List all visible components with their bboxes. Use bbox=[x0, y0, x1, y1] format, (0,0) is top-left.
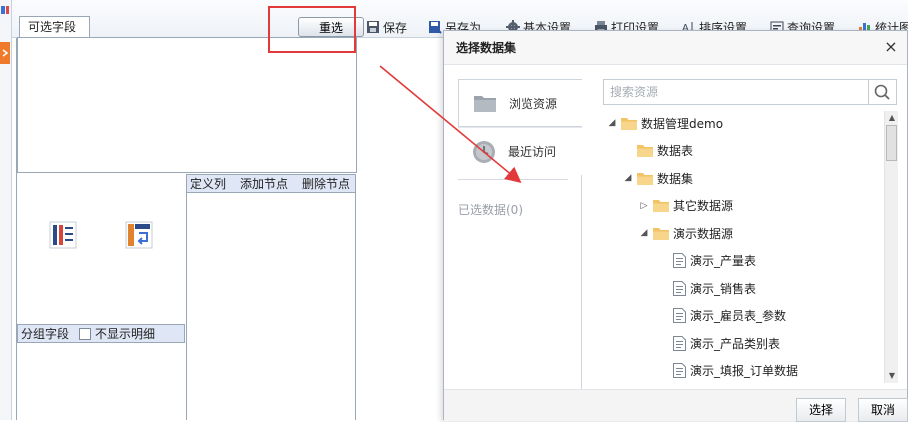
search-input[interactable] bbox=[604, 80, 868, 104]
tree-node-label: 演示_雇员表_参数 bbox=[690, 309, 787, 323]
document-icon bbox=[673, 253, 686, 268]
document-icon bbox=[673, 280, 686, 296]
expanded-arrow-icon[interactable]: ◢ bbox=[623, 173, 633, 183]
left-strip bbox=[0, 0, 12, 420]
tree-dataset-node[interactable]: 演示_雇员表_参数 bbox=[673, 306, 786, 326]
group-field-label: 分组字段 bbox=[21, 327, 70, 341]
available-fields-list[interactable] bbox=[17, 37, 357, 173]
define-column-label[interactable]: 定义列 bbox=[190, 175, 226, 192]
folder-icon bbox=[637, 145, 653, 157]
tree-folder-node[interactable]: ◢ 数据集 bbox=[623, 168, 693, 188]
tree-node-label: 演示数据源 bbox=[673, 226, 734, 241]
highlight-box bbox=[268, 6, 356, 53]
scroll-down-icon[interactable]: ▼ bbox=[885, 369, 899, 383]
select-dataset-dialog: 选择数据集 × 浏览资源 最近访问 已选数据(0) ◢ 数据管理demo 数据表 ◢ 数… bbox=[443, 30, 908, 422]
define-column-header: 定义列 添加节点 删除节点 bbox=[186, 174, 356, 193]
group-field-header: 分组字段 不显示明细 bbox=[17, 324, 185, 343]
tree-folder-node[interactable]: ◢ 演示数据源 bbox=[639, 223, 733, 243]
tab-browse-label: 浏览资源 bbox=[509, 96, 558, 111]
search-button[interactable] bbox=[868, 80, 896, 104]
swap-layout-icon[interactable] bbox=[125, 221, 153, 249]
tree-node-label: 其它数据源 bbox=[673, 199, 734, 213]
cancel-button[interactable]: 取消 bbox=[858, 398, 908, 422]
tab-recent-access[interactable]: 最近访问 bbox=[458, 127, 582, 175]
tab-browse-resources[interactable]: 浏览资源 bbox=[458, 79, 582, 127]
delete-node-button[interactable]: 删除节点 bbox=[302, 175, 350, 192]
close-icon[interactable]: × bbox=[883, 39, 899, 55]
tab-recent-label: 最近访问 bbox=[508, 145, 557, 159]
folder-icon bbox=[637, 172, 653, 185]
tree-dataset-node[interactable]: 演示_填报_订单数据 bbox=[673, 361, 798, 381]
dialog-footer: 选择 取消 bbox=[444, 389, 908, 422]
expanded-arrow-icon[interactable]: ◢ bbox=[639, 228, 649, 238]
add-node-button[interactable]: 添加节点 bbox=[240, 175, 288, 192]
tabs-separator bbox=[458, 179, 568, 180]
hide-detail-label: 不显示明细 bbox=[95, 327, 156, 341]
dialog-title: 选择数据集 bbox=[444, 31, 907, 65]
tree-node-label: 演示_填报_订单数据 bbox=[690, 364, 799, 378]
selected-count: 已选数据(0) bbox=[458, 203, 523, 217]
collapsed-arrow-icon[interactable]: ▷ bbox=[639, 201, 649, 211]
expanded-arrow-icon[interactable]: ◢ bbox=[607, 118, 617, 128]
document-icon bbox=[673, 363, 686, 378]
tree-node-label: 数据表 bbox=[657, 144, 694, 158]
save-as-icon bbox=[429, 21, 442, 34]
tree-node-label: 演示_产品类别表 bbox=[690, 336, 781, 351]
folder-icon bbox=[653, 227, 669, 240]
tree-folder-node[interactable]: 数据表 bbox=[623, 141, 693, 161]
tree-node-label: 数据管理demo bbox=[641, 116, 724, 131]
folder-icon bbox=[474, 96, 496, 112]
hide-detail-checkbox[interactable] bbox=[79, 327, 92, 340]
save-label: 保存 bbox=[383, 20, 408, 35]
tree-node-label: 数据集 bbox=[657, 171, 694, 186]
tree-node-label: 演示_销售表 bbox=[690, 281, 757, 296]
tree-dataset-node[interactable]: 演示_产品类别表 bbox=[673, 333, 780, 353]
save-icon bbox=[367, 21, 379, 33]
select-button[interactable]: 选择 bbox=[796, 398, 847, 422]
clock-icon bbox=[473, 140, 495, 163]
tab-available-fields[interactable]: 可选字段 bbox=[19, 16, 90, 37]
document-icon bbox=[673, 308, 686, 323]
tree-scrollbar[interactable]: ▲ ▼ bbox=[884, 111, 898, 383]
list-layout-icon[interactable] bbox=[49, 221, 77, 249]
scroll-up-icon[interactable]: ▲ bbox=[885, 111, 899, 125]
strip-icon bbox=[0, 42, 10, 64]
strip-icon bbox=[0, 4, 10, 14]
tree-dataset-node[interactable]: 演示_产量表 bbox=[673, 251, 756, 271]
search-icon bbox=[874, 84, 890, 100]
resource-tree: ◢ 数据管理demo 数据表 ◢ 数据集 ▷ 其它数据源 ◢ 演示数据源演示_产量表 演示_销售表… bbox=[603, 111, 883, 383]
search-box bbox=[603, 79, 897, 105]
tree-node-label: 演示_产量表 bbox=[690, 254, 757, 268]
document-icon bbox=[673, 335, 686, 351]
define-column-tree[interactable] bbox=[186, 193, 356, 420]
save-button[interactable]: 保存 bbox=[366, 19, 407, 35]
folder-icon bbox=[653, 200, 669, 212]
tree-dataset-node[interactable]: 演示_销售表 bbox=[673, 278, 756, 298]
tree-folder-node[interactable]: ◢ 数据管理demo bbox=[607, 113, 724, 133]
folder-icon bbox=[621, 117, 637, 130]
tree-folder-node[interactable]: ▷ 其它数据源 bbox=[639, 196, 733, 216]
scroll-thumb[interactable] bbox=[886, 125, 897, 161]
